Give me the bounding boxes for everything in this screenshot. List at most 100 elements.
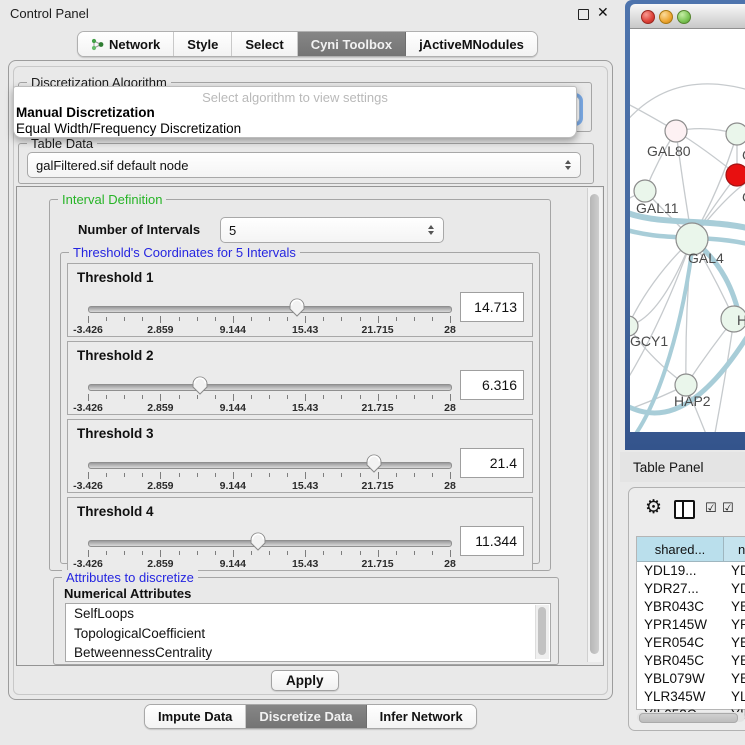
cell-name[interactable]: YDR2	[724, 580, 745, 598]
threshold-panel: Threshold 1 -3.4262.8599.14415.4321.7152…	[67, 263, 533, 337]
tab-jactivemnodules[interactable]: jActiveMNodules	[406, 32, 537, 56]
slider[interactable]: -3.4262.8599.14415.4321.71528	[88, 378, 450, 412]
tab-discretize-data[interactable]: Discretize Data	[246, 705, 366, 728]
split-columns-icon[interactable]	[674, 500, 695, 519]
float-window-icon[interactable]	[578, 9, 589, 20]
table-row[interactable]: YBR045CYBR0	[637, 652, 745, 670]
scale-label: 21.715	[362, 480, 394, 492]
cell-name[interactable]: YLR3	[724, 688, 745, 706]
dropdown-option-equal-width[interactable]: Equal Width/Frequency Discretization	[16, 121, 241, 136]
threshold-value-field[interactable]: 6.316	[460, 370, 524, 400]
table-data-combobox[interactable]: galFiltered.sif default node	[27, 152, 581, 178]
table-row[interactable]: YBR043CYBR0	[637, 598, 745, 616]
cell-shared-name[interactable]: YBR043C	[637, 598, 724, 616]
scrollbar-thumb[interactable]	[639, 713, 738, 723]
cell-shared-name[interactable]: YPR145W	[637, 616, 724, 634]
tick-mark	[341, 395, 342, 399]
tick-mark	[269, 551, 270, 555]
scale-label: 28	[444, 402, 456, 414]
tick-mark	[450, 550, 451, 557]
gear-icon[interactable]: ⚙	[645, 496, 662, 519]
column-header-shared[interactable]: shared...	[637, 537, 724, 561]
tick-mark	[124, 551, 125, 555]
threshold-value-field[interactable]: 21.4	[460, 448, 524, 478]
checkbox-icon-1[interactable]: ☑	[705, 500, 718, 516]
close-icon[interactable]: ✕	[597, 4, 609, 21]
panel-title: Control Panel	[10, 6, 89, 21]
vertical-scrollbar[interactable]	[587, 188, 602, 662]
threshold-value-field[interactable]: 11.344	[460, 526, 524, 556]
tick-mark	[341, 551, 342, 555]
cell-shared-name[interactable]: YDR27...	[637, 580, 724, 598]
table-row[interactable]: YPR145WYPR1	[637, 616, 745, 634]
table-row[interactable]: YDR27...YDR2	[637, 580, 745, 598]
tab-cyni-toolbox[interactable]: Cyni Toolbox	[298, 32, 406, 56]
tab-style[interactable]: Style	[174, 32, 232, 56]
list-scrollbar[interactable]	[535, 605, 549, 659]
slider-ticks	[88, 316, 450, 324]
table-row[interactable]: YLR345WYLR3	[637, 688, 745, 706]
tab-impute-data[interactable]: Impute Data	[145, 705, 246, 728]
slider-track[interactable]	[88, 306, 452, 313]
slider[interactable]: -3.4262.8599.14415.4321.71528	[88, 534, 450, 568]
slider-ticks	[88, 472, 450, 480]
tab-infer-network[interactable]: Infer Network	[367, 705, 476, 728]
dropdown-option-manual-discretization[interactable]: Manual Discretization	[16, 105, 155, 120]
table-row[interactable]: YDL19...YDL1	[637, 562, 745, 580]
tick-mark	[106, 473, 107, 477]
checkbox-icon-2[interactable]: ☑	[722, 500, 735, 516]
table-row[interactable]: YBL079WYBL0	[637, 670, 745, 688]
cell-shared-name[interactable]: YER054C	[637, 634, 724, 652]
cell-name[interactable]: YPR1	[724, 616, 745, 634]
scrollbar-thumb[interactable]	[538, 607, 546, 655]
slider-track[interactable]	[88, 540, 452, 547]
node-gal80[interactable]	[665, 120, 687, 142]
cell-name[interactable]: YBL0	[724, 670, 745, 688]
network-canvas[interactable]: GAL80 G C GAL11 GAL4 GCY1 H HAP2	[630, 29, 745, 432]
cell-name[interactable]: YBR0	[724, 598, 745, 616]
tick-mark	[323, 317, 324, 321]
cell-shared-name[interactable]: YDL19...	[637, 562, 724, 580]
network-window-titlebar[interactable]	[630, 4, 745, 29]
thresholds-group: Threshold's Coordinates for 5 Intervals …	[60, 252, 540, 564]
node-attribute-table[interactable]: shared... name YDL19...YDL1YDR27...YDR2Y…	[636, 536, 745, 710]
cell-shared-name[interactable]: YBR045C	[637, 652, 724, 670]
slider-track[interactable]	[88, 384, 452, 391]
node-gal11[interactable]	[634, 180, 656, 202]
slider[interactable]: -3.4262.8599.14415.4321.71528	[88, 456, 450, 490]
node-selected-red[interactable]	[726, 164, 745, 186]
horizontal-scrollbar[interactable]	[637, 712, 745, 722]
slider-scale-labels: -3.4262.8599.14415.4321.71528	[88, 402, 450, 414]
threshold-value-field[interactable]: 14.713	[460, 292, 524, 322]
slider-track[interactable]	[88, 462, 452, 469]
node-top-right[interactable]	[726, 123, 745, 145]
cell-shared-name[interactable]: YLR345W	[637, 688, 724, 706]
tab-network[interactable]: Network	[78, 32, 174, 56]
attribute-list-item[interactable]: SelfLoops	[66, 604, 550, 624]
num-intervals-spinner[interactable]: 5	[220, 217, 444, 243]
cell-name[interactable]: YBR0	[724, 652, 745, 670]
tick-mark	[269, 317, 270, 321]
numerical-attributes-list[interactable]: SelfLoopsTopologicalCoefficientBetweenne…	[65, 603, 551, 662]
close-traffic-light-icon[interactable]	[641, 10, 655, 24]
tick-mark	[378, 316, 379, 323]
scale-label: 15.43	[292, 402, 318, 414]
cell-name[interactable]: YDL1	[724, 562, 745, 580]
apply-button[interactable]: Apply	[271, 670, 339, 691]
zoom-traffic-light-icon[interactable]	[677, 10, 691, 24]
attribute-list-item[interactable]: TopologicalCoefficient	[66, 624, 550, 644]
scrollbar-thumb[interactable]	[590, 194, 599, 654]
slider[interactable]: -3.4262.8599.14415.4321.71528	[88, 300, 450, 334]
cell-name[interactable]: YER0	[724, 634, 745, 652]
tick-mark	[360, 551, 361, 555]
table-row[interactable]: YER054CYER0	[637, 634, 745, 652]
cell-shared-name[interactable]: YBL079W	[637, 670, 724, 688]
network-view-window[interactable]: GAL80 G C GAL11 GAL4 GCY1 H HAP2	[625, 0, 745, 450]
tick-mark	[197, 473, 198, 477]
tab-select[interactable]: Select	[232, 32, 297, 56]
column-header-name[interactable]: name	[724, 537, 745, 561]
scale-label: 9.144	[220, 558, 246, 570]
tick-mark	[197, 551, 198, 555]
minimize-traffic-light-icon[interactable]	[659, 10, 673, 24]
attribute-list-item[interactable]: BetweennessCentrality	[66, 643, 550, 662]
